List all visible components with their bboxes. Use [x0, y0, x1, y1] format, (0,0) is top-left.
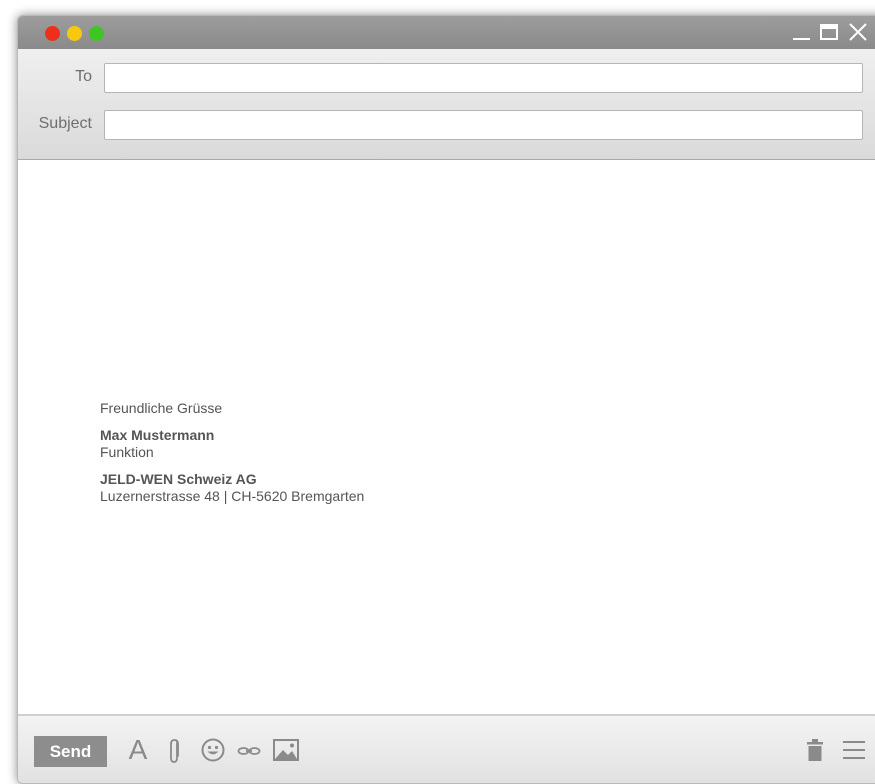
link-icon[interactable]	[235, 734, 263, 766]
signature-greeting: Freundliche Grüsse	[100, 400, 223, 416]
close-traffic-light[interactable]	[45, 26, 60, 41]
image-icon[interactable]	[271, 734, 301, 766]
message-body[interactable]: Freundliche Grüsse Max Mustermann Funkti…	[18, 160, 875, 714]
signature-role: Funktion	[100, 444, 154, 460]
zoom-traffic-light[interactable]	[89, 26, 104, 41]
to-label: To	[75, 68, 92, 85]
signature-company: JELD-WEN Schweiz AG	[100, 471, 257, 487]
signature-name: Max Mustermann	[100, 427, 215, 443]
maximize-icon[interactable]	[819, 21, 839, 43]
emoji-icon[interactable]	[199, 734, 227, 766]
compose-window: To Subject Freundliche Grüsse Max Muster…	[17, 15, 875, 784]
minimize-icon[interactable]	[791, 21, 813, 43]
signature: Freundliche Grüsse Max Mustermann Funkti…	[100, 400, 364, 505]
send-button[interactable]: Send	[34, 736, 107, 767]
compose-toolbar: Send A	[18, 714, 875, 783]
to-field[interactable]	[104, 63, 863, 93]
font-icon[interactable]: A	[126, 734, 150, 766]
signature-address: Luzernerstrasse 48 | CH-5620 Bremgarten	[100, 488, 365, 504]
trash-icon[interactable]	[803, 734, 827, 766]
paperclip-icon[interactable]	[165, 734, 185, 766]
title-bar	[18, 16, 875, 49]
message-header: To Subject	[18, 49, 875, 160]
subject-field[interactable]	[104, 110, 863, 140]
menu-icon[interactable]	[841, 734, 867, 766]
subject-label: Subject	[38, 115, 92, 132]
close-icon[interactable]	[847, 21, 869, 43]
minimize-traffic-light[interactable]	[67, 26, 82, 41]
